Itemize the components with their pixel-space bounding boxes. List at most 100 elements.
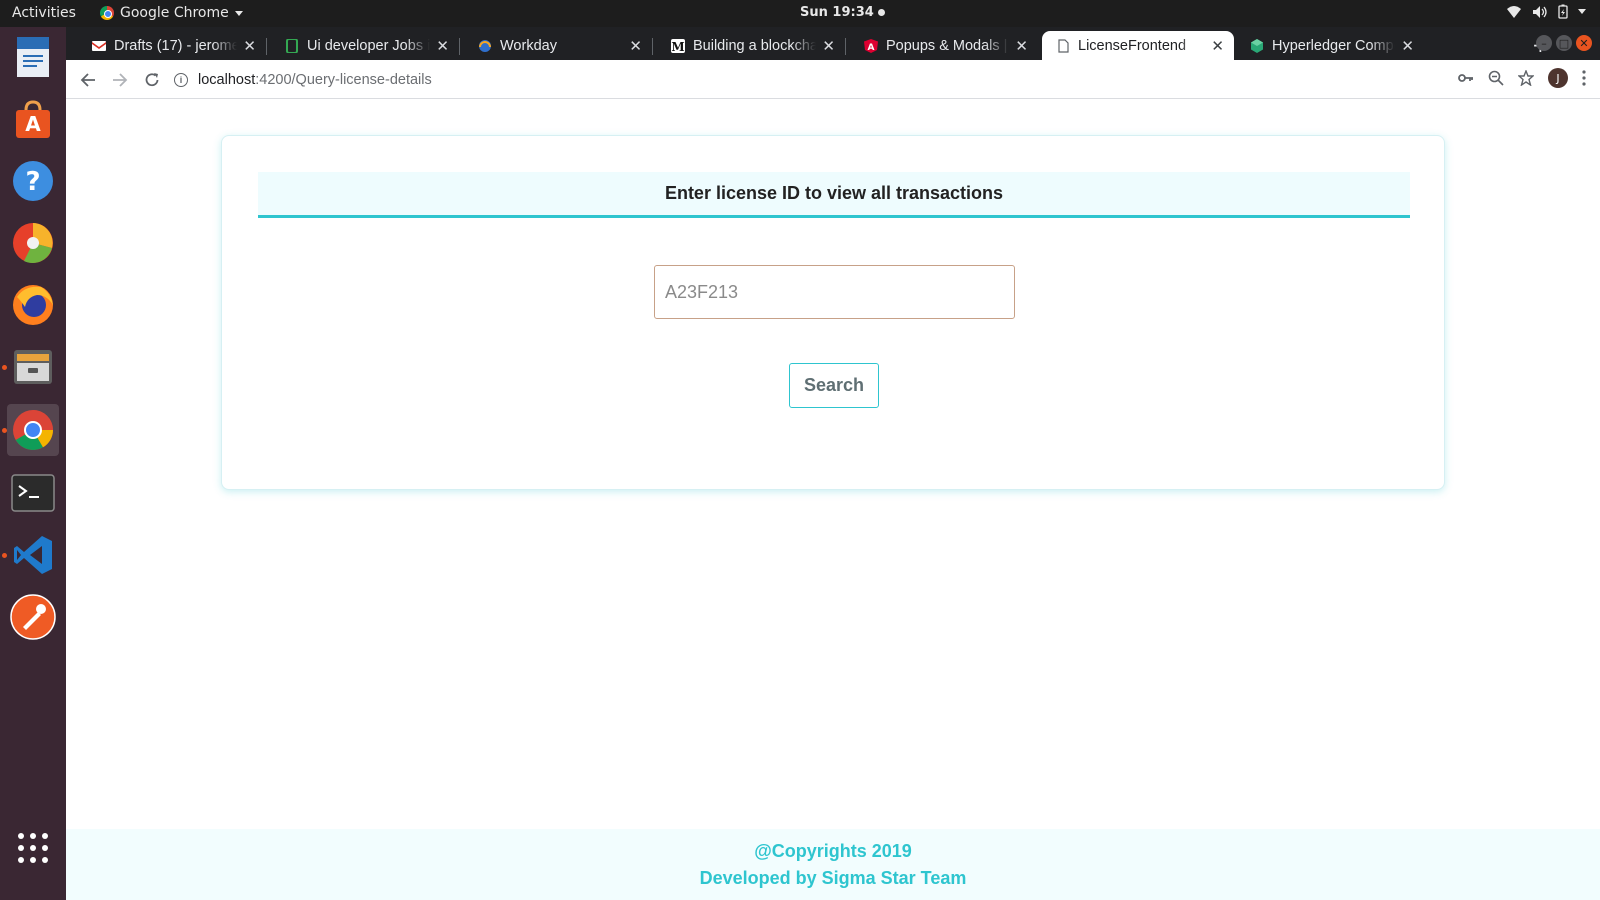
file-cabinet-icon [14,350,52,384]
running-indicator-icon [2,365,7,370]
url-host: localhost [198,72,256,88]
dock-item-disk-usage[interactable] [7,217,59,269]
profile-avatar[interactable]: J [1548,68,1568,88]
dock-item-software[interactable]: A [7,93,59,145]
close-icon[interactable]: ✕ [436,37,449,55]
tab-license-frontend[interactable]: LicenseFrontend ✕ [1042,31,1234,60]
tab-title: Drafts (17) - jerome [114,37,238,54]
chrome-icon [100,6,114,20]
dock-item-postman[interactable] [7,591,59,643]
reload-icon [145,73,159,87]
system-tray[interactable] [1506,4,1586,19]
svg-text:A: A [868,43,875,53]
address-bar[interactable]: i localhost :4200/Query-license-details [174,67,432,93]
dock-item-vscode[interactable] [2,529,59,581]
help-icon: ? [13,161,53,201]
system-top-bar: Activities Google Chrome Sun 19:34 [0,0,1600,27]
close-icon[interactable]: ✕ [1401,37,1414,55]
show-applications-button[interactable] [7,822,59,874]
dock-item-files[interactable] [2,341,59,393]
tab-gmail[interactable]: Drafts (17) - jerome ✕ [78,31,266,60]
hyperledger-icon [1251,38,1263,53]
app-menu[interactable]: Google Chrome [100,5,243,21]
developer-credit: Developed by Sigma Star Team [699,867,967,888]
maximize-button[interactable]: □ [1556,35,1572,51]
footer: @Copyrights 2019 Developed by Sigma Star… [66,829,1600,900]
tab-naukri[interactable]: Ui developer Jobs in ✕ [271,31,459,60]
forward-button[interactable] [108,68,132,92]
document-icon [17,37,49,77]
tab-medium[interactable]: M Building a blockchain ✕ [657,31,845,60]
svg-text:?: ? [25,167,40,197]
card-header: Enter license ID to view all transaction… [258,172,1410,218]
dock: A ? [0,27,66,900]
app-menu-label: Google Chrome [120,5,229,21]
back-button[interactable] [76,68,100,92]
page-content: Enter license ID to view all transaction… [66,99,1600,900]
page-title: Enter license ID to view all transaction… [664,183,1004,203]
search-card: Enter license ID to view all transaction… [221,135,1445,490]
volume-icon [1533,5,1547,18]
tab-title: Building a blockchain [693,37,817,54]
copyright-text: @Copyrights 2019 [754,840,912,861]
key-icon[interactable] [1458,72,1474,84]
tab-angular[interactable]: A Popups & Modals | A ✕ [850,31,1038,60]
dock-item-help[interactable]: ? [7,155,59,207]
dock-item-chrome[interactable] [2,404,59,456]
activities-button[interactable]: Activities [12,5,76,21]
running-indicator-icon [2,428,7,433]
clock[interactable]: Sun 19:34 [800,5,885,20]
page-icon [1058,38,1069,53]
medium-icon: M [671,38,685,53]
tab-title: LicenseFrontend [1078,37,1187,54]
tab-separator [266,38,267,55]
terminal-icon [11,474,55,512]
chrome-icon [13,410,53,450]
tab-title: Popups & Modals | A [886,37,1010,54]
tab-hyperledger[interactable]: Hyperledger Compo ✕ [1236,31,1424,60]
star-icon[interactable] [1518,70,1534,86]
tab-title: Hyperledger Compo [1272,37,1396,54]
close-icon[interactable]: ✕ [243,37,256,55]
close-icon[interactable]: ✕ [822,37,835,55]
chevron-down-icon [1578,9,1586,14]
search-button[interactable]: Search [789,363,879,408]
browser-toolbar: i localhost :4200/Query-license-details … [66,60,1600,99]
svg-text:M: M [671,40,684,53]
toolbar-actions: J [1458,68,1586,88]
dock-item-terminal[interactable] [7,467,59,519]
close-window-button[interactable]: ✕ [1576,35,1592,51]
vscode-icon [14,536,52,574]
shopping-bag-icon: A [16,100,50,138]
chevron-down-icon [234,10,243,16]
clock-label: Sun 19:34 [800,5,874,20]
tab-workday[interactable]: Workday ✕ [464,31,652,60]
window-controls: – □ ✕ [1536,35,1592,51]
firefox-icon [13,285,53,325]
close-icon[interactable]: ✕ [1211,37,1224,55]
more-vert-icon[interactable] [1582,70,1586,86]
gmail-icon [92,40,106,51]
notification-dot-icon [877,9,885,16]
tab-title: Workday [500,37,557,54]
close-icon[interactable]: ✕ [629,37,642,55]
dock-item-firefox[interactable] [7,279,59,331]
license-id-input[interactable] [654,265,1015,319]
grid-icon [18,833,48,863]
arrow-left-icon [80,73,95,87]
dock-item-writer[interactable] [7,31,59,83]
close-icon[interactable]: ✕ [1015,37,1028,55]
postman-icon [10,594,56,640]
tab-title: Ui developer Jobs in [307,37,431,54]
tab-strip: Drafts (17) - jerome ✕ Ui developer Jobs… [66,27,1600,60]
wifi-icon [1507,5,1521,18]
tab-separator [652,38,653,55]
minimize-button[interactable]: – [1536,35,1552,51]
running-indicator-icon [2,553,7,558]
tab-separator [845,38,846,55]
zoom-icon[interactable] [1488,70,1504,86]
url-path: :4200/Query-license-details [255,72,432,88]
reload-button[interactable] [140,68,164,92]
info-icon[interactable]: i [174,73,188,87]
naukri-icon [286,38,298,53]
